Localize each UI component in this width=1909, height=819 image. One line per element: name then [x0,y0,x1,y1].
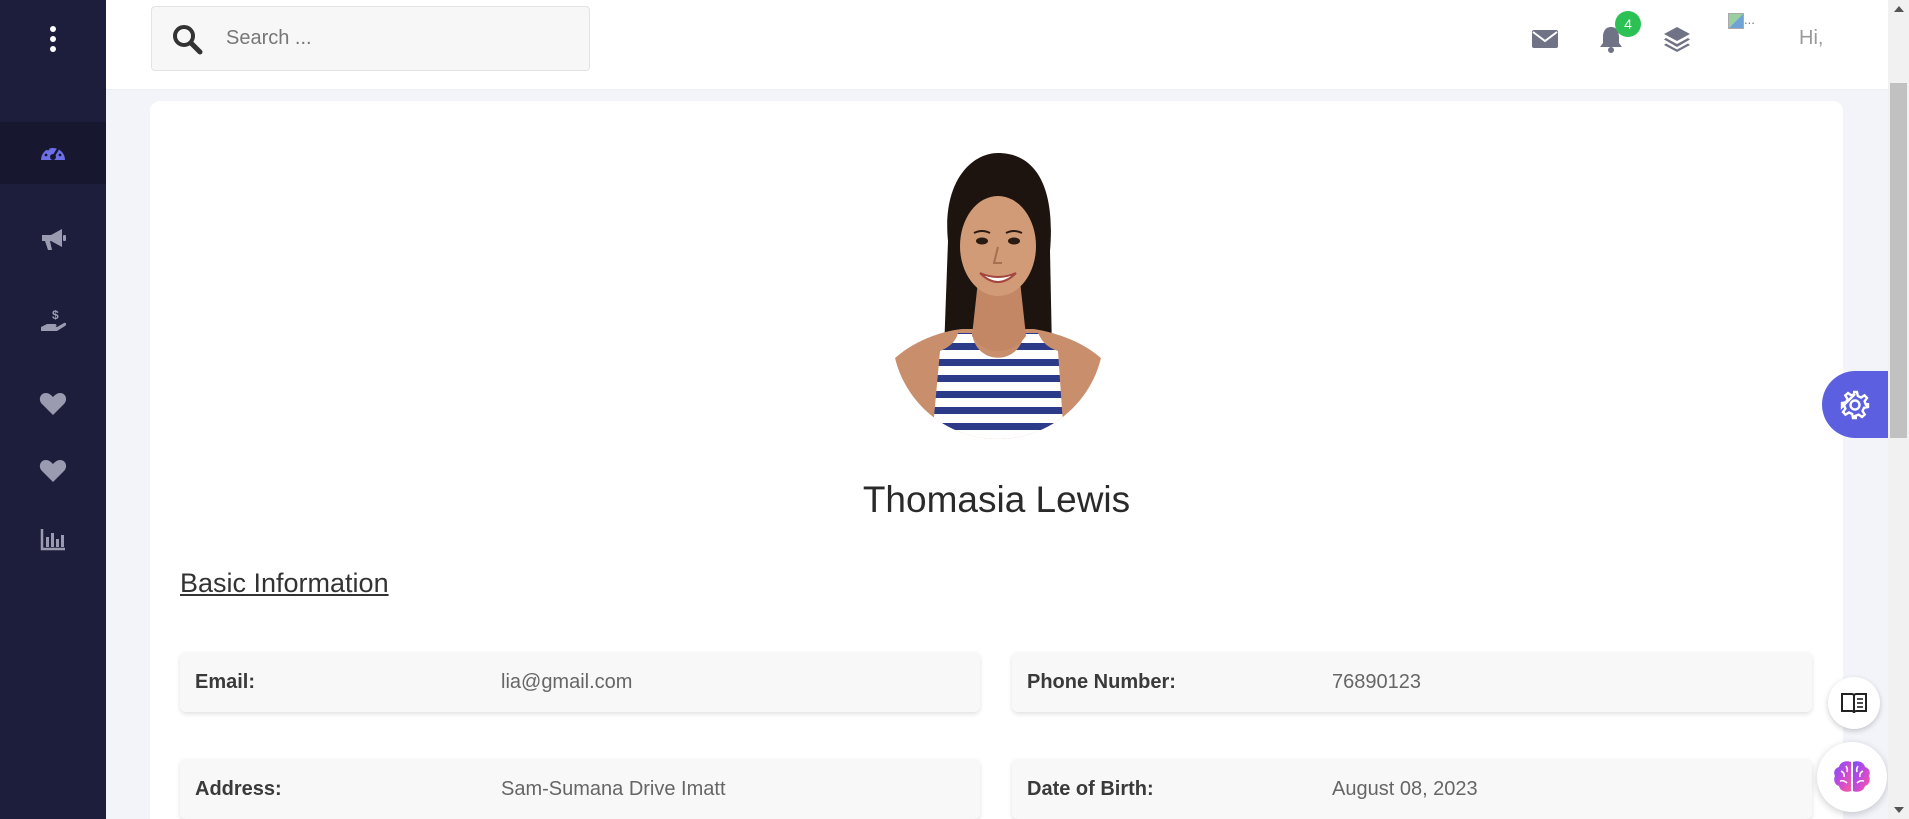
profile-photo [892,153,1104,439]
profile-name: Thomasia Lewis [862,479,1131,520]
email-value: lia@gmail.com [501,671,633,693]
sidebar-item-favorites-2[interactable] [0,440,106,502]
info-date-of-birth: Date of Birth: August 08, 2023 [1012,759,1812,819]
bar-chart-icon [40,529,65,551]
hand-dollar-icon: $ [41,308,67,331]
menu-kebab-icon[interactable] [0,22,106,56]
sidebar: $ [0,0,106,819]
scrollbar-thumb[interactable] [1890,83,1907,438]
phone-label: Phone Number: [1027,671,1176,693]
sidebar-item-dashboard[interactable] [0,122,106,184]
scroll-up-arrow-icon[interactable] [1888,0,1909,17]
dob-label: Date of Birth: [1027,778,1154,800]
top-header: 4 ... Hi, [106,0,1888,90]
address-value: Sam-Sumana Drive Imatt [501,778,726,800]
sidebar-item-announcements[interactable] [0,208,106,270]
info-phone: Phone Number: 76890123 [1012,652,1812,712]
megaphone-icon [42,229,66,250]
address-label: Address: [195,778,282,800]
heart-icon [39,460,67,482]
info-address: Address: Sam-Sumana Drive Imatt [180,759,980,819]
settings-panel-button[interactable] [1822,371,1888,438]
dob-value: August 08, 2023 [1332,778,1478,800]
search-input[interactable] [226,27,566,50]
section-title-basic-information: Basic Information [180,568,389,598]
email-label: Email: [195,671,256,693]
heart-icon [39,393,67,415]
phone-value: 76890123 [1332,671,1421,693]
mail-icon[interactable] [1528,22,1562,56]
layers-icon[interactable] [1660,22,1694,56]
page-scrollbar[interactable] [1888,0,1909,819]
sidebar-item-reports[interactable] [0,508,106,570]
user-greeting[interactable]: Hi, [1799,27,1823,50]
gear-icon [1840,390,1870,419]
profile-card: Thomasia Lewis Basic Information Email: … [150,101,1843,819]
notification-badge: 4 [1615,11,1641,37]
sidebar-item-favorites[interactable] [0,373,106,435]
dashboard-gauge-icon [41,144,65,160]
sidebar-item-payments[interactable]: $ [0,291,106,353]
open-book-icon [1841,693,1867,714]
svg-text:$: $ [52,308,59,322]
brain-icon [1834,761,1870,792]
ai-assistant-button[interactable] [1817,742,1887,812]
search-box [151,6,590,71]
documentation-button[interactable] [1828,677,1880,729]
info-email: Email: lia@gmail.com [180,652,980,712]
user-avatar[interactable]: ... [1728,12,1772,44]
scroll-down-arrow-icon[interactable] [1888,802,1909,819]
search-icon[interactable] [170,22,204,56]
